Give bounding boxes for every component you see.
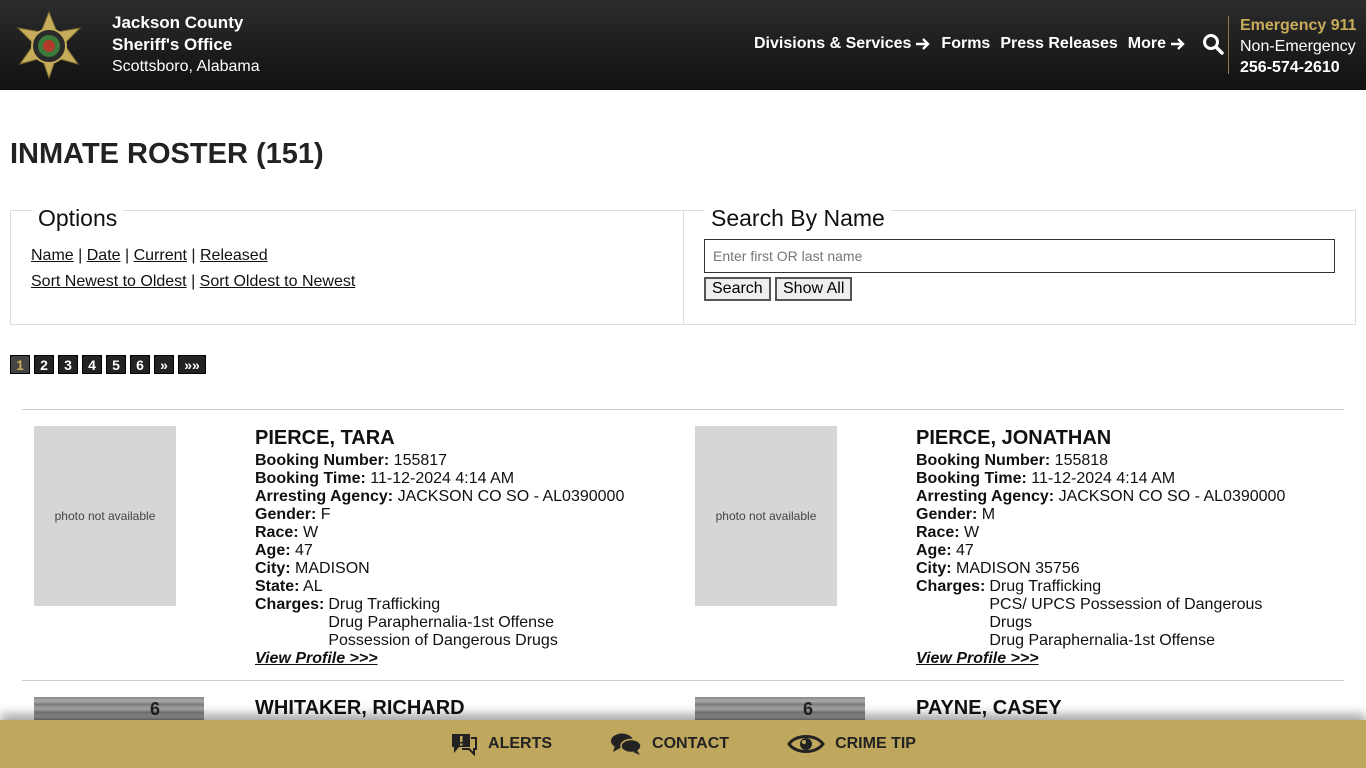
- gender: M: [981, 506, 996, 523]
- filter-released-link[interactable]: Released: [200, 247, 268, 264]
- nav-more[interactable]: More: [1128, 35, 1186, 53]
- inmate-name: PIERCE, JONATHAN: [916, 427, 1112, 449]
- charge-item: Drug Paraphernalia-1st Offense: [989, 632, 1215, 649]
- age: 47: [956, 542, 974, 559]
- header-contact-info: Emergency 911 Non-Emergency 256-574-2610: [1240, 15, 1357, 78]
- city: MADISON: [295, 560, 370, 577]
- photo-placard-number: 6: [803, 699, 814, 719]
- page-link-6[interactable]: 6: [130, 355, 150, 374]
- charges: Charges: Drug Trafficking Drug Paraphern…: [255, 596, 558, 649]
- arrow-right-icon: [1171, 38, 1185, 50]
- page-link-5[interactable]: 5: [106, 355, 126, 374]
- header-divider: [1228, 16, 1229, 74]
- arresting-agency: JACKSON CO SO - AL0390000: [1058, 488, 1286, 505]
- page-next-link[interactable]: »: [154, 355, 174, 374]
- brand-county: Jackson County: [112, 13, 244, 32]
- row-divider: [22, 409, 1344, 410]
- charge-item: PCS/ UPCS Possession of Dangerous: [989, 596, 1263, 613]
- eye-icon: [787, 735, 825, 753]
- search-icon[interactable]: [1202, 33, 1224, 55]
- charge-item: Drug Trafficking: [989, 578, 1102, 595]
- crime-tip-button[interactable]: CRIME TIP: [787, 732, 916, 756]
- row-divider: [22, 680, 1344, 681]
- chat-bubbles-icon: [611, 733, 642, 755]
- show-all-button[interactable]: Show All: [775, 277, 853, 301]
- bottom-action-bar: ALERTS CONTACT CRIME TIP: [0, 720, 1366, 768]
- brand-office: Sheriff's Office: [112, 35, 233, 54]
- non-emergency-phone[interactable]: 256-574-2610: [1240, 57, 1357, 78]
- page-last-link[interactable]: »»: [178, 355, 206, 374]
- inmate-info: PIERCE, TARA Booking Number: 155817 Book…: [255, 427, 625, 667]
- age: 47: [295, 542, 313, 559]
- sort-newest-link[interactable]: Sort Newest to Oldest: [31, 273, 187, 290]
- page-link-4[interactable]: 4: [82, 355, 102, 374]
- inmate-name: PIERCE, TARA: [255, 427, 395, 449]
- charge-item: Possession of Dangerous Drugs: [328, 632, 558, 649]
- sheriff-star-badge-icon[interactable]: [12, 10, 86, 80]
- page-link-2[interactable]: 2: [34, 355, 54, 374]
- inmate-photo-placeholder[interactable]: photo not available: [34, 426, 176, 606]
- page-link-1[interactable]: 1: [10, 355, 30, 374]
- page-title: INMATE ROSTER (151): [10, 138, 324, 170]
- options-heading: Options: [32, 205, 124, 232]
- view-profile-link[interactable]: View Profile >>>: [255, 650, 378, 667]
- inmate-name: PAYNE, CASEY: [916, 697, 1062, 719]
- pagination: 1 2 3 4 5 6 » »»: [10, 355, 210, 374]
- contact-button[interactable]: CONTACT: [610, 732, 729, 756]
- nav-press-releases[interactable]: Press Releases: [1000, 35, 1117, 53]
- inmate-info: PIERCE, JONATHAN Booking Number: 155818 …: [916, 427, 1286, 667]
- booking-number: 155818: [1054, 452, 1109, 469]
- city: MADISON 35756: [956, 560, 1080, 577]
- booking-number: 155817: [393, 452, 448, 469]
- arresting-agency: JACKSON CO SO - AL0390000: [397, 488, 625, 505]
- charge-item: Drug Paraphernalia-1st Offense: [328, 614, 554, 631]
- search-heading: Search By Name: [705, 205, 891, 232]
- arrow-right-icon: [916, 38, 931, 50]
- sort-by-name-link[interactable]: Name: [31, 247, 74, 264]
- race: W: [303, 524, 319, 541]
- inmate-photo-placeholder[interactable]: photo not available: [695, 426, 837, 606]
- alerts-button[interactable]: ALERTS: [450, 732, 552, 756]
- brand-location: Scottsboro, Alabama: [112, 58, 260, 75]
- page-link-3[interactable]: 3: [58, 355, 78, 374]
- alert-speech-icon: [452, 734, 478, 756]
- inmate-name: WHITAKER, RICHARD: [255, 697, 465, 719]
- charges: Charges: Drug Trafficking PCS/ UPCS Poss…: [916, 578, 1263, 649]
- options-panel: Options Name | Date | Current | Released…: [10, 205, 684, 325]
- site-brand[interactable]: Jackson County Sheriff's Office Scottsbo…: [112, 12, 260, 78]
- photo-placard-number: 6: [150, 699, 161, 719]
- nav-divisions-services[interactable]: Divisions & Services: [754, 35, 931, 53]
- main-nav: Divisions & Services Forms Press Release…: [754, 33, 1224, 55]
- non-emergency-label: Non-Emergency: [1240, 38, 1356, 55]
- sort-oldest-link[interactable]: Sort Oldest to Newest: [200, 273, 356, 290]
- search-panel: Search By Name Search Show All: [683, 205, 1356, 325]
- view-profile-link[interactable]: View Profile >>>: [916, 650, 1039, 667]
- filter-current-link[interactable]: Current: [134, 247, 187, 264]
- sort-by-date-link[interactable]: Date: [87, 247, 121, 264]
- name-search-input[interactable]: [704, 239, 1335, 273]
- charge-item: Drug Trafficking: [328, 596, 441, 613]
- emergency-number[interactable]: Emergency 911: [1240, 15, 1357, 36]
- gender: F: [320, 506, 331, 523]
- charge-item: Drugs: [989, 614, 1033, 631]
- booking-time: 11-12-2024 4:14 AM: [1031, 470, 1176, 487]
- race: W: [964, 524, 980, 541]
- site-header: Jackson County Sheriff's Office Scottsbo…: [0, 0, 1366, 90]
- search-button[interactable]: Search: [704, 277, 771, 301]
- nav-forms[interactable]: Forms: [941, 35, 990, 53]
- booking-time: 11-12-2024 4:14 AM: [370, 470, 515, 487]
- state: AL: [303, 578, 323, 595]
- options-links: Name | Date | Current | Released Sort Ne…: [31, 247, 356, 290]
